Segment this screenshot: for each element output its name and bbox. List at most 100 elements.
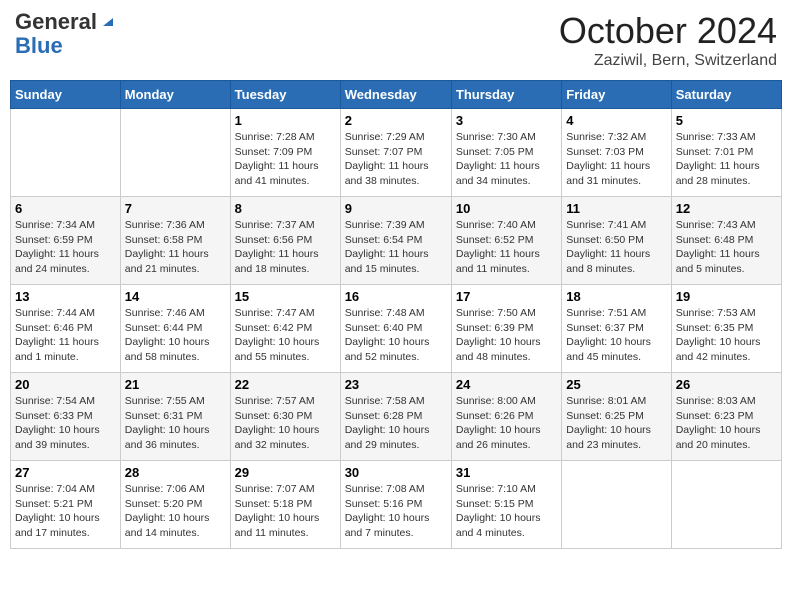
- day-info: Sunrise: 7:07 AMSunset: 5:18 PMDaylight:…: [235, 482, 336, 541]
- day-number: 15: [235, 289, 336, 304]
- calendar-cell: 26 Sunrise: 8:03 AMSunset: 6:23 PMDayligh…: [671, 373, 781, 461]
- calendar-cell: 16Sunrise: 7:48 AMSunset: 6:40 PMDayligh…: [340, 285, 451, 373]
- day-info: Sunrise: 7:29 AMSunset: 7:07 PMDaylight:…: [345, 130, 447, 189]
- calendar-cell: 17 Sunrise: 7:50 AMSunset: 6:39 PMDayligh…: [451, 285, 561, 373]
- calendar-cell: 11 Sunrise: 7:41 AMSunset: 6:50 PMDayligh…: [562, 197, 671, 285]
- day-header-friday: Friday: [562, 81, 671, 109]
- logo-general-text: General: [15, 10, 97, 34]
- day-number: 16: [345, 289, 447, 304]
- day-number: 28: [125, 465, 226, 480]
- day-number: 12: [676, 201, 777, 216]
- day-number: 11: [566, 201, 666, 216]
- calendar-cell: 18Sunrise: 7:51 AMSunset: 6:37 PMDayligh…: [562, 285, 671, 373]
- day-info: Sunrise: 7:57 AMSunset: 6:30 PMDaylight:…: [235, 394, 336, 453]
- calendar-cell: 24 Sunrise: 8:00 AMSunset: 6:26 PMDayligh…: [451, 373, 561, 461]
- calendar: SundayMondayTuesdayWednesdayThursdayFrid…: [10, 80, 782, 549]
- day-number: 21: [125, 377, 226, 392]
- calendar-cell: 2 Sunrise: 7:29 AMSunset: 7:07 PMDaylight…: [340, 109, 451, 197]
- calendar-cell: 29 Sunrise: 7:07 AMSunset: 5:18 PMDayligh…: [230, 461, 340, 549]
- calendar-cell: 3 Sunrise: 7:30 AMSunset: 7:05 PMDaylight…: [451, 109, 561, 197]
- day-number: 14: [125, 289, 226, 304]
- day-info: Sunrise: 7:53 AMSunset: 6:35 PMDaylight:…: [676, 306, 777, 365]
- day-number: 31: [456, 465, 557, 480]
- day-info: Sunrise: 7:04 AMSunset: 5:21 PMDaylight:…: [15, 482, 116, 541]
- day-number: 24: [456, 377, 557, 392]
- day-info: Sunrise: 7:40 AMSunset: 6:52 PMDaylight:…: [456, 218, 557, 277]
- calendar-cell: 30 Sunrise: 7:08 AMSunset: 5:16 PMDayligh…: [340, 461, 451, 549]
- week-row-5: 27 Sunrise: 7:04 AMSunset: 5:21 PMDayligh…: [11, 461, 782, 549]
- calendar-cell: 12Sunrise: 7:43 AMSunset: 6:48 PMDayligh…: [671, 197, 781, 285]
- day-header-thursday: Thursday: [451, 81, 561, 109]
- day-info: Sunrise: 7:08 AMSunset: 5:16 PMDaylight:…: [345, 482, 447, 541]
- day-header-sunday: Sunday: [11, 81, 121, 109]
- week-row-1: 1 Sunrise: 7:28 AMSunset: 7:09 PMDaylight…: [11, 109, 782, 197]
- day-number: 17: [456, 289, 557, 304]
- day-header-saturday: Saturday: [671, 81, 781, 109]
- day-number: 2: [345, 113, 447, 128]
- day-number: 18: [566, 289, 666, 304]
- logo: General Blue: [15, 10, 115, 58]
- logo-icon: [99, 12, 115, 28]
- day-number: 3: [456, 113, 557, 128]
- day-info: Sunrise: 8:00 AMSunset: 6:26 PMDaylight:…: [456, 394, 557, 453]
- calendar-cell: [671, 461, 781, 549]
- day-number: 22: [235, 377, 336, 392]
- day-info: Sunrise: 7:47 AMSunset: 6:42 PMDaylight:…: [235, 306, 336, 365]
- calendar-cell: 19 Sunrise: 7:53 AMSunset: 6:35 PMDayligh…: [671, 285, 781, 373]
- day-info: Sunrise: 7:36 AMSunset: 6:58 PMDaylight:…: [125, 218, 226, 277]
- day-number: 6: [15, 201, 116, 216]
- calendar-cell: [120, 109, 230, 197]
- day-number: 8: [235, 201, 336, 216]
- location: Zaziwil, Bern, Switzerland: [559, 52, 777, 70]
- day-info: Sunrise: 8:01 AMSunset: 6:25 PMDaylight:…: [566, 394, 666, 453]
- day-info: Sunrise: 7:33 AMSunset: 7:01 PMDaylight:…: [676, 130, 777, 189]
- day-header-wednesday: Wednesday: [340, 81, 451, 109]
- day-number: 30: [345, 465, 447, 480]
- calendar-cell: 6Sunrise: 7:34 AMSunset: 6:59 PMDaylight…: [11, 197, 121, 285]
- day-number: 29: [235, 465, 336, 480]
- calendar-cell: 1 Sunrise: 7:28 AMSunset: 7:09 PMDaylight…: [230, 109, 340, 197]
- week-row-3: 13Sunrise: 7:44 AMSunset: 6:46 PMDayligh…: [11, 285, 782, 373]
- calendar-cell: 31Sunrise: 7:10 AMSunset: 5:15 PMDayligh…: [451, 461, 561, 549]
- calendar-cell: 5Sunrise: 7:33 AMSunset: 7:01 PMDaylight…: [671, 109, 781, 197]
- day-number: 26: [676, 377, 777, 392]
- day-info: Sunrise: 7:30 AMSunset: 7:05 PMDaylight:…: [456, 130, 557, 189]
- calendar-cell: 7 Sunrise: 7:36 AMSunset: 6:58 PMDaylight…: [120, 197, 230, 285]
- day-number: 27: [15, 465, 116, 480]
- day-info: Sunrise: 7:50 AMSunset: 6:39 PMDaylight:…: [456, 306, 557, 365]
- calendar-cell: 20 Sunrise: 7:54 AMSunset: 6:33 PMDayligh…: [11, 373, 121, 461]
- day-info: Sunrise: 7:06 AMSunset: 5:20 PMDaylight:…: [125, 482, 226, 541]
- day-info: Sunrise: 7:46 AMSunset: 6:44 PMDaylight:…: [125, 306, 226, 365]
- week-row-2: 6Sunrise: 7:34 AMSunset: 6:59 PMDaylight…: [11, 197, 782, 285]
- calendar-cell: [11, 109, 121, 197]
- calendar-cell: 23Sunrise: 7:58 AMSunset: 6:28 PMDayligh…: [340, 373, 451, 461]
- day-info: Sunrise: 7:39 AMSunset: 6:54 PMDaylight:…: [345, 218, 447, 277]
- day-info: Sunrise: 7:28 AMSunset: 7:09 PMDaylight:…: [235, 130, 336, 189]
- calendar-cell: 15 Sunrise: 7:47 AMSunset: 6:42 PMDayligh…: [230, 285, 340, 373]
- day-number: 20: [15, 377, 116, 392]
- day-info: Sunrise: 7:41 AMSunset: 6:50 PMDaylight:…: [566, 218, 666, 277]
- day-number: 19: [676, 289, 777, 304]
- calendar-cell: 28 Sunrise: 7:06 AMSunset: 5:20 PMDayligh…: [120, 461, 230, 549]
- day-number: 9: [345, 201, 447, 216]
- calendar-cell: 27 Sunrise: 7:04 AMSunset: 5:21 PMDayligh…: [11, 461, 121, 549]
- day-number: 1: [235, 113, 336, 128]
- calendar-cell: 8Sunrise: 7:37 AMSunset: 6:56 PMDaylight…: [230, 197, 340, 285]
- calendar-cell: 14 Sunrise: 7:46 AMSunset: 6:44 PMDayligh…: [120, 285, 230, 373]
- calendar-cell: 25Sunrise: 8:01 AMSunset: 6:25 PMDayligh…: [562, 373, 671, 461]
- day-number: 10: [456, 201, 557, 216]
- month-title: October 2024: [559, 10, 777, 52]
- calendar-cell: 10 Sunrise: 7:40 AMSunset: 6:52 PMDayligh…: [451, 197, 561, 285]
- day-header-monday: Monday: [120, 81, 230, 109]
- day-number: 7: [125, 201, 226, 216]
- day-info: Sunrise: 7:58 AMSunset: 6:28 PMDaylight:…: [345, 394, 447, 453]
- day-info: Sunrise: 8:03 AMSunset: 6:23 PMDaylight:…: [676, 394, 777, 453]
- title-block: October 2024 Zaziwil, Bern, Switzerland: [559, 10, 777, 70]
- calendar-cell: [562, 461, 671, 549]
- day-info: Sunrise: 7:54 AMSunset: 6:33 PMDaylight:…: [15, 394, 116, 453]
- day-number: 4: [566, 113, 666, 128]
- day-number: 13: [15, 289, 116, 304]
- calendar-cell: 13Sunrise: 7:44 AMSunset: 6:46 PMDayligh…: [11, 285, 121, 373]
- calendar-cell: 22 Sunrise: 7:57 AMSunset: 6:30 PMDayligh…: [230, 373, 340, 461]
- calendar-cell: 4Sunrise: 7:32 AMSunset: 7:03 PMDaylight…: [562, 109, 671, 197]
